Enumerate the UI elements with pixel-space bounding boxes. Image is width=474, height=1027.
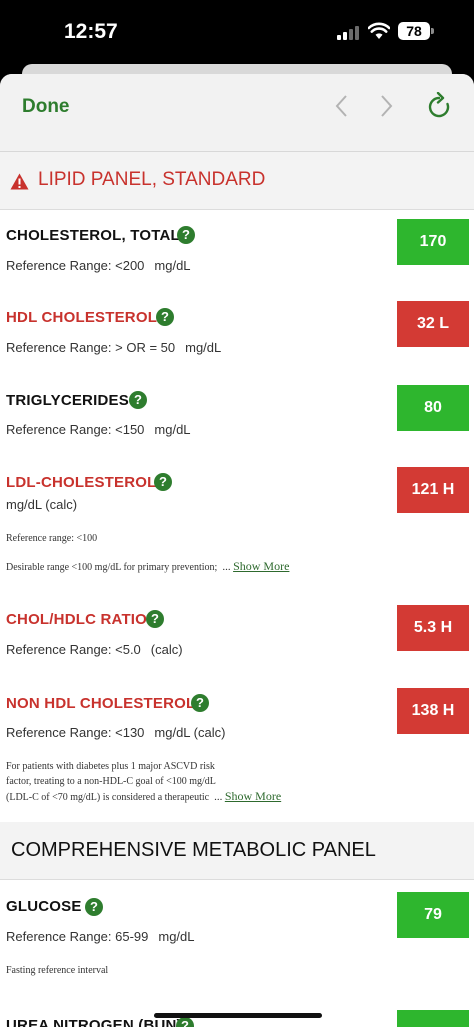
lipid-panel-header: LIPID PANEL, STANDARD bbox=[0, 152, 474, 210]
test-row[interactable]: NON HDL CHOLESTEROL ? Reference Range: <… bbox=[0, 678, 474, 822]
help-question-icon[interactable]: ? bbox=[154, 473, 172, 491]
help-question-icon[interactable]: ? bbox=[191, 694, 209, 712]
reference-range: Reference Range: <200 mg/dL bbox=[6, 258, 191, 273]
test-name: TRIGLYCERIDES bbox=[6, 392, 129, 409]
metabolic-panel-header: COMPREHENSIVE METABOLIC PANEL bbox=[0, 822, 474, 880]
help-question-icon[interactable]: ? bbox=[177, 226, 195, 244]
reference-note: Fasting reference interval bbox=[6, 965, 109, 976]
test-row[interactable]: CHOL/HDLC RATIO ? Reference Range: <5.0(… bbox=[0, 594, 474, 678]
reference-note: For patients with diabetes plus 1 major … bbox=[6, 761, 215, 772]
result-value: 5.3 H bbox=[397, 605, 469, 651]
home-indicator bbox=[154, 1013, 322, 1018]
status-bar: 12:57 78 bbox=[0, 0, 474, 66]
warning-triangle-icon bbox=[10, 173, 29, 190]
done-button[interactable]: Done bbox=[22, 96, 70, 118]
reference-range: Reference Range: 65-99 mg/dL bbox=[6, 929, 195, 944]
result-value: 170 bbox=[397, 219, 469, 265]
help-question-icon[interactable]: ? bbox=[129, 391, 147, 409]
reference-range: Reference Range: <130 mg/dL (calc) bbox=[6, 725, 226, 740]
help-question-icon[interactable]: ? bbox=[146, 610, 164, 628]
reference-note: (LDL-C of <70 mg/dL) is considered a the… bbox=[6, 789, 282, 803]
reference-note: Desirable range <100 mg/dL for primary p… bbox=[6, 559, 290, 573]
test-name: UREA NITROGEN (BUN) bbox=[6, 1017, 182, 1027]
nav-bar: Done bbox=[0, 74, 474, 152]
result-value bbox=[397, 1010, 469, 1027]
result-value: 121 H bbox=[397, 467, 469, 513]
reference-note: Reference range: <100 bbox=[6, 533, 98, 544]
battery-indicator: 78 bbox=[398, 22, 430, 40]
status-time: 12:57 bbox=[64, 20, 118, 43]
reference-range: Reference Range: <5.0 (calc) bbox=[6, 642, 183, 657]
test-row[interactable]: LDL-CHOLESTEROL ? mg/dL (calc) 121 H Ref… bbox=[0, 457, 474, 594]
reference-range: Reference Range: > OR = 50 mg/dL bbox=[6, 340, 222, 355]
forward-chevron-icon[interactable] bbox=[374, 92, 398, 120]
help-question-icon[interactable]: ? bbox=[85, 898, 103, 916]
result-value: 32 L bbox=[397, 301, 469, 347]
help-question-icon[interactable]: ? bbox=[176, 1017, 194, 1027]
section-title: LIPID PANEL, STANDARD bbox=[38, 169, 266, 190]
refresh-icon[interactable] bbox=[426, 92, 452, 120]
section-title: COMPREHENSIVE METABOLIC PANEL bbox=[11, 839, 376, 861]
test-row[interactable]: CHOLESTEROL, TOTAL ? Reference Range: <2… bbox=[0, 211, 474, 293]
test-name: HDL CHOLESTEROL bbox=[6, 309, 158, 326]
test-row[interactable]: TRIGLYCERIDES ? Reference Range: <150 mg/… bbox=[0, 375, 474, 457]
wifi-icon bbox=[368, 22, 390, 39]
result-value: 79 bbox=[397, 892, 469, 938]
test-name: NON HDL CHOLESTEROL bbox=[6, 695, 196, 712]
test-name: CHOL/HDLC RATIO bbox=[6, 611, 148, 628]
result-value: 138 H bbox=[397, 688, 469, 734]
show-more-link[interactable]: Show More bbox=[225, 789, 281, 803]
show-more-link[interactable]: Show More bbox=[233, 559, 289, 573]
reference-range: Reference Range: <150 mg/dL bbox=[6, 422, 191, 437]
reference-unit: mg/dL (calc) bbox=[6, 497, 78, 512]
help-question-icon[interactable]: ? bbox=[156, 308, 174, 326]
test-row[interactable]: GLUCOSE ? Reference Range: 65-99 mg/dL 79… bbox=[0, 881, 474, 1006]
cellular-signal-icon bbox=[337, 24, 363, 40]
reference-note: factor, treating to a non-HDL-C goal of … bbox=[6, 776, 216, 787]
test-name: CHOLESTEROL, TOTAL bbox=[6, 227, 180, 244]
results-sheet: Done LIPID PANEL, STANDARD CHOLESTEROL, … bbox=[0, 74, 474, 1027]
test-row[interactable]: HDL CHOLESTEROL ? Reference Range: > OR … bbox=[0, 293, 474, 375]
test-name: GLUCOSE bbox=[6, 898, 82, 915]
battery-tip bbox=[431, 28, 434, 34]
back-chevron-icon[interactable] bbox=[330, 92, 354, 120]
test-name: LDL-CHOLESTEROL bbox=[6, 474, 157, 491]
result-value: 80 bbox=[397, 385, 469, 431]
